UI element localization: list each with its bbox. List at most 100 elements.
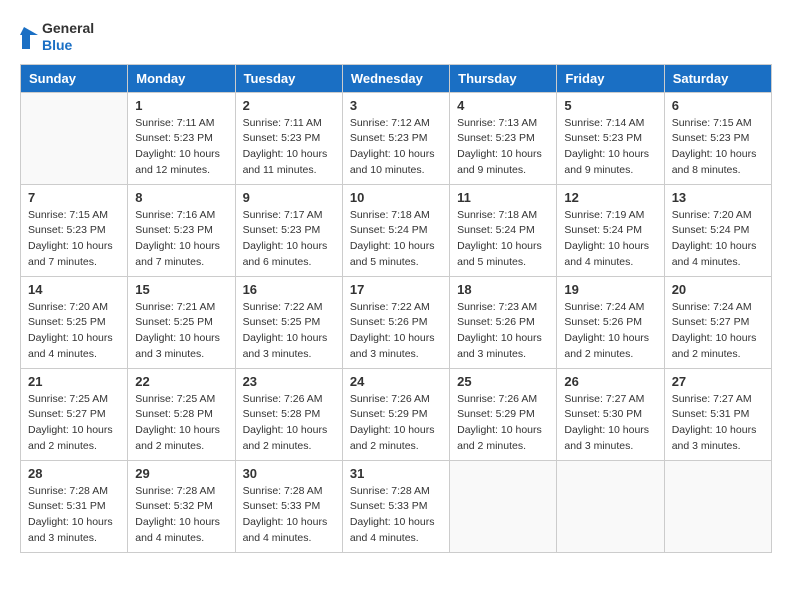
calendar-cell: 25 Sunrise: 7:26 AMSunset: 5:29 PMDayligh… [450,368,557,460]
header-wednesday: Wednesday [342,64,449,92]
day-info: Sunrise: 7:16 AMSunset: 5:23 PMDaylight:… [135,208,227,271]
calendar-cell: 14 Sunrise: 7:20 AMSunset: 5:25 PMDayligh… [21,276,128,368]
day-info: Sunrise: 7:22 AMSunset: 5:25 PMDaylight:… [243,300,335,363]
day-number: 11 [457,190,549,205]
calendar-cell [557,460,664,552]
day-info: Sunrise: 7:11 AMSunset: 5:23 PMDaylight:… [135,116,227,179]
day-info: Sunrise: 7:27 AMSunset: 5:31 PMDaylight:… [672,392,764,455]
header-sunday: Sunday [21,64,128,92]
logo: General Blue [20,20,94,54]
logo-bird-icon [20,23,38,51]
calendar-cell: 11 Sunrise: 7:18 AMSunset: 5:24 PMDayligh… [450,184,557,276]
header-monday: Monday [128,64,235,92]
day-info: Sunrise: 7:21 AMSunset: 5:25 PMDaylight:… [135,300,227,363]
calendar-cell: 18 Sunrise: 7:23 AMSunset: 5:26 PMDayligh… [450,276,557,368]
day-number: 14 [28,282,120,297]
day-info: Sunrise: 7:28 AMSunset: 5:33 PMDaylight:… [243,484,335,547]
calendar-cell: 6Sunrise: 7:15 AMSunset: 5:23 PMDaylight… [664,92,771,184]
day-number: 26 [564,374,656,389]
day-number: 18 [457,282,549,297]
day-number: 19 [564,282,656,297]
day-number: 5 [564,98,656,113]
day-number: 3 [350,98,442,113]
calendar-cell: 16 Sunrise: 7:22 AMSunset: 5:25 PMDayligh… [235,276,342,368]
calendar-cell: 4Sunrise: 7:13 AMSunset: 5:23 PMDaylight… [450,92,557,184]
header-tuesday: Tuesday [235,64,342,92]
day-number: 31 [350,466,442,481]
day-info: Sunrise: 7:18 AMSunset: 5:24 PMDaylight:… [350,208,442,271]
week-row-5: 28Sunrise: 7:28 AMSunset: 5:31 PMDayligh… [21,460,772,552]
day-number: 21 [28,374,120,389]
day-info: Sunrise: 7:27 AMSunset: 5:30 PMDaylight:… [564,392,656,455]
calendar-cell: 19 Sunrise: 7:24 AMSunset: 5:26 PMDayligh… [557,276,664,368]
logo-text: General Blue [42,20,94,54]
day-info: Sunrise: 7:26 AMSunset: 5:28 PMDaylight:… [243,392,335,455]
day-number: 12 [564,190,656,205]
day-info: Sunrise: 7:15 AMSunset: 5:23 PMDaylight:… [28,208,120,271]
calendar-cell: 17Sunrise: 7:22 AMSunset: 5:26 PMDayligh… [342,276,449,368]
day-info: Sunrise: 7:20 AMSunset: 5:24 PMDaylight:… [672,208,764,271]
calendar-cell: 7 Sunrise: 7:15 AMSunset: 5:23 PMDaylight… [21,184,128,276]
day-number: 13 [672,190,764,205]
day-info: Sunrise: 7:28 AMSunset: 5:31 PMDaylight:… [28,484,120,547]
calendar-cell: 31 Sunrise: 7:28 AMSunset: 5:33 PMDayligh… [342,460,449,552]
week-row-4: 21Sunrise: 7:25 AMSunset: 5:27 PMDayligh… [21,368,772,460]
day-number: 25 [457,374,549,389]
day-number: 7 [28,190,120,205]
day-info: Sunrise: 7:11 AMSunset: 5:23 PMDaylight:… [243,116,335,179]
page-container: General Blue SundayMondayTuesdayWednesda… [20,20,772,553]
day-info: Sunrise: 7:28 AMSunset: 5:33 PMDaylight:… [350,484,442,547]
calendar-table: SundayMondayTuesdayWednesdayThursdayFrid… [20,64,772,553]
day-number: 17 [350,282,442,297]
day-info: Sunrise: 7:19 AMSunset: 5:24 PMDaylight:… [564,208,656,271]
day-number: 16 [243,282,335,297]
day-info: Sunrise: 7:18 AMSunset: 5:24 PMDaylight:… [457,208,549,271]
calendar-cell: 9 Sunrise: 7:17 AMSunset: 5:23 PMDaylight… [235,184,342,276]
header-saturday: Saturday [664,64,771,92]
calendar-cell: 3 Sunrise: 7:12 AMSunset: 5:23 PMDaylight… [342,92,449,184]
calendar-cell: 28Sunrise: 7:28 AMSunset: 5:31 PMDayligh… [21,460,128,552]
calendar-cell: 2 Sunrise: 7:11 AMSunset: 5:23 PMDaylight… [235,92,342,184]
day-number: 23 [243,374,335,389]
calendar-cell: 23 Sunrise: 7:26 AMSunset: 5:28 PMDayligh… [235,368,342,460]
day-info: Sunrise: 7:17 AMSunset: 5:23 PMDaylight:… [243,208,335,271]
day-info: Sunrise: 7:26 AMSunset: 5:29 PMDaylight:… [457,392,549,455]
calendar-cell: 1 Sunrise: 7:11 AMSunset: 5:23 PMDaylight… [128,92,235,184]
week-row-2: 7 Sunrise: 7:15 AMSunset: 5:23 PMDaylight… [21,184,772,276]
day-info: Sunrise: 7:23 AMSunset: 5:26 PMDaylight:… [457,300,549,363]
calendar-cell [450,460,557,552]
day-number: 30 [243,466,335,481]
calendar-cell: 26 Sunrise: 7:27 AMSunset: 5:30 PMDayligh… [557,368,664,460]
header-friday: Friday [557,64,664,92]
day-info: Sunrise: 7:28 AMSunset: 5:32 PMDaylight:… [135,484,227,547]
calendar-cell [664,460,771,552]
calendar-cell: 8Sunrise: 7:16 AMSunset: 5:23 PMDaylight… [128,184,235,276]
day-info: Sunrise: 7:24 AMSunset: 5:26 PMDaylight:… [564,300,656,363]
day-info: Sunrise: 7:24 AMSunset: 5:27 PMDaylight:… [672,300,764,363]
day-number: 10 [350,190,442,205]
day-number: 29 [135,466,227,481]
calendar-cell: 22 Sunrise: 7:25 AMSunset: 5:28 PMDayligh… [128,368,235,460]
calendar-cell: 24 Sunrise: 7:26 AMSunset: 5:29 PMDayligh… [342,368,449,460]
day-number: 20 [672,282,764,297]
calendar-cell: 27 Sunrise: 7:27 AMSunset: 5:31 PMDayligh… [664,368,771,460]
header-thursday: Thursday [450,64,557,92]
day-info: Sunrise: 7:20 AMSunset: 5:25 PMDaylight:… [28,300,120,363]
calendar-cell: 30 Sunrise: 7:28 AMSunset: 5:33 PMDayligh… [235,460,342,552]
day-info: Sunrise: 7:26 AMSunset: 5:29 PMDaylight:… [350,392,442,455]
day-number: 6 [672,98,764,113]
day-number: 1 [135,98,227,113]
day-number: 22 [135,374,227,389]
calendar-cell: 21Sunrise: 7:25 AMSunset: 5:27 PMDayligh… [21,368,128,460]
week-row-3: 14 Sunrise: 7:20 AMSunset: 5:25 PMDayligh… [21,276,772,368]
day-info: Sunrise: 7:12 AMSunset: 5:23 PMDaylight:… [350,116,442,179]
calendar-cell: 5 Sunrise: 7:14 AMSunset: 5:23 PMDaylight… [557,92,664,184]
day-number: 27 [672,374,764,389]
day-number: 4 [457,98,549,113]
day-info: Sunrise: 7:14 AMSunset: 5:23 PMDaylight:… [564,116,656,179]
day-number: 9 [243,190,335,205]
day-info: Sunrise: 7:25 AMSunset: 5:28 PMDaylight:… [135,392,227,455]
day-number: 24 [350,374,442,389]
header-row: SundayMondayTuesdayWednesdayThursdayFrid… [21,64,772,92]
day-number: 2 [243,98,335,113]
